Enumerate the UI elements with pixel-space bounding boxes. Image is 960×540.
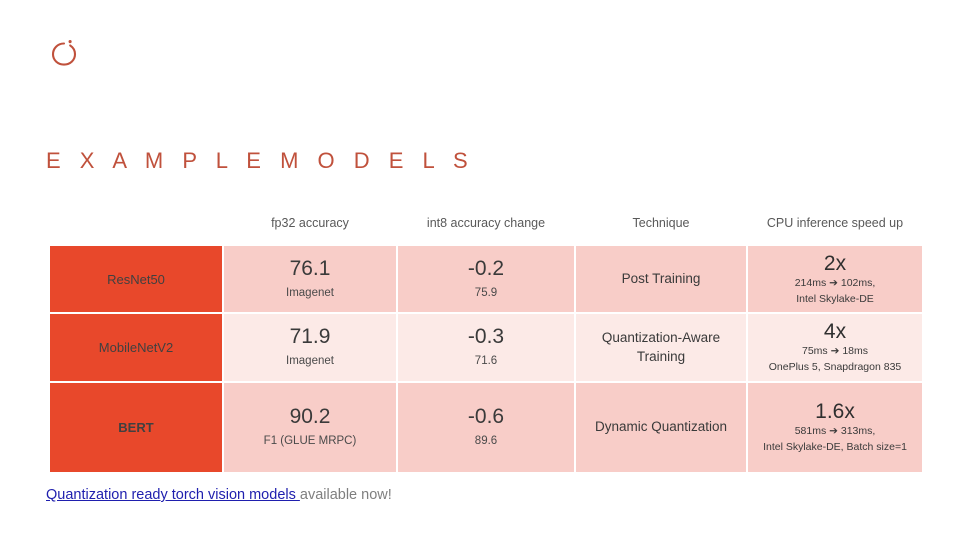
cell-model-name: ResNet50 [50,246,222,313]
hardware-label: Intel Skylake-DE, Batch size=1 [763,440,907,453]
latency-after: 102ms, [840,277,876,290]
table-header: fp32 accuracy int8 accuracy change Techn… [50,206,922,244]
table-body: ResNet50 76.1 Imagenet -0.2 75.9 Post Tr… [50,246,922,472]
cell-technique: Dynamic Quantization [576,382,746,472]
int8-change: -0.3 [467,325,505,349]
table-header-row: fp32 accuracy int8 accuracy change Techn… [50,206,922,244]
cell-technique: Post Training [576,246,746,313]
cell-fp32-accuracy: 90.2 F1 (GLUE MRPC) [224,382,396,472]
arrow-right-icon: ➔ [829,425,838,438]
latency-detail: 214ms ➔ 102ms, [753,277,917,291]
latency-after: 313ms, [840,425,876,438]
latency-detail: 75ms ➔ 18ms [753,345,917,359]
table-row: BERT 90.2 F1 (GLUE MRPC) -0.6 89.6 Dynam… [50,382,922,472]
speedup-factor: 1.6x [815,400,855,424]
fp32-value: 90.2 [289,404,331,428]
speedup-factor: 4x [823,320,847,344]
arrow-right-icon: ➔ [829,277,838,290]
latency-before: 581ms [794,425,827,438]
column-header-int8-accuracy-change: int8 accuracy change [398,206,574,244]
fp32-dataset: Imagenet [286,355,334,368]
latency-before: 214ms [794,277,827,290]
technique-label: Dynamic Quantization [594,419,728,435]
cell-int8-accuracy-change: -0.6 89.6 [398,382,574,472]
int8-value: 75.9 [474,287,498,299]
latency-detail: 581ms ➔ 313ms, [753,425,917,439]
latency-before: 75ms [801,345,828,358]
column-header-technique: Technique [576,206,746,244]
fp32-value: 76.1 [289,256,331,280]
fp32-value: 71.9 [289,325,331,349]
cell-cpu-speedup: 1.6x 581ms ➔ 313ms, Intel Skylake-DE, Ba… [748,382,922,472]
cell-model-name: MobileNetV2 [50,314,222,381]
column-header-fp32-accuracy: fp32 accuracy [224,206,396,244]
table-row: MobileNetV2 71.9 Imagenet -0.3 71.6 Quan… [50,314,922,381]
cell-int8-accuracy-change: -0.2 75.9 [398,246,574,313]
column-header-model [50,206,222,244]
column-header-cpu-inference-speed-up: CPU inference speed up [748,206,922,244]
example-models-table: fp32 accuracy int8 accuracy change Techn… [48,204,924,474]
cell-cpu-speedup: 2x 214ms ➔ 102ms, Intel Skylake-DE [748,246,922,313]
cell-cpu-speedup: 4x 75ms ➔ 18ms OnePlus 5, Snapdragon 835 [748,314,922,381]
fp32-dataset: Imagenet [286,287,334,299]
hardware-label: OnePlus 5, Snapdragon 835 [768,361,902,374]
cell-int8-accuracy-change: -0.3 71.6 [398,314,574,381]
page-title: E X A M P L E M O D E L S [46,148,475,173]
latency-after: 18ms [842,345,869,358]
table-row: ResNet50 76.1 Imagenet -0.2 75.9 Post Tr… [50,246,922,313]
int8-value: 71.6 [474,355,498,368]
footer-note: Quantization ready torch vision models a… [46,484,466,506]
pytorch-logo [42,33,86,71]
int8-value: 89.6 [474,435,498,448]
cell-technique: Quantization-Aware Training [576,314,746,381]
technique-label: Post Training [621,271,701,287]
torchvision-models-link[interactable]: Quantization ready torch vision models [46,487,300,503]
cell-model-name: BERT [50,382,222,472]
cell-fp32-accuracy: 76.1 Imagenet [224,246,396,313]
int8-change: -0.6 [467,404,505,428]
footer-rest-text: available now! [299,487,392,503]
hardware-label: Intel Skylake-DE [796,292,874,305]
speedup-factor: 2x [823,252,847,275]
technique-label: Quantization-Aware Training [601,330,721,364]
arrow-right-icon: ➔ [830,345,840,358]
pytorch-flame-icon [51,40,77,66]
int8-change: -0.2 [467,256,505,280]
cell-fp32-accuracy: 71.9 Imagenet [224,314,396,381]
fp32-dataset: F1 (GLUE MRPC) [263,435,357,448]
